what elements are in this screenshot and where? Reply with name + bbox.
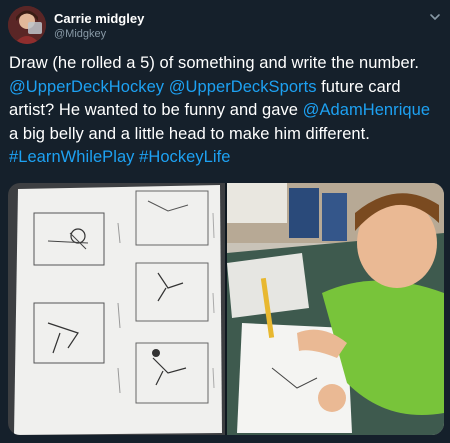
display-name[interactable]: Carrie midgley [54, 11, 144, 26]
media-grid [8, 183, 444, 435]
mention-link[interactable]: @AdamHenrique [303, 101, 430, 119]
mention-link[interactable]: @UpperDeckHockey [9, 78, 164, 96]
tweet: Carrie midgley @Midgkey Draw (he rolled … [0, 0, 450, 443]
tweet-header: Carrie midgley @Midgkey [8, 6, 442, 46]
avatar-image [8, 6, 46, 44]
boy-drawing-image [227, 183, 444, 435]
mention-link[interactable]: @UpperDeckSports [169, 78, 317, 96]
hashtag-link[interactable]: #LearnWhilePlay [9, 148, 134, 166]
drawing-sheet-image [8, 183, 225, 435]
user-handle[interactable]: @Midgkey [54, 28, 106, 40]
chevron-down-icon[interactable] [428, 10, 442, 24]
avatar[interactable] [8, 6, 46, 44]
hashtag-link[interactable]: #HockeyLife [139, 148, 230, 166]
tweet-text: Draw (he rolled a 5) of something and wr… [9, 52, 441, 170]
photo-drawing-sheet[interactable] [8, 183, 225, 435]
tweet-text-part: Draw (he rolled a 5) of something and wr… [9, 54, 419, 72]
photo-boy-drawing[interactable] [227, 183, 444, 435]
tweet-text-part: a big belly and a little head to make hi… [9, 124, 370, 143]
